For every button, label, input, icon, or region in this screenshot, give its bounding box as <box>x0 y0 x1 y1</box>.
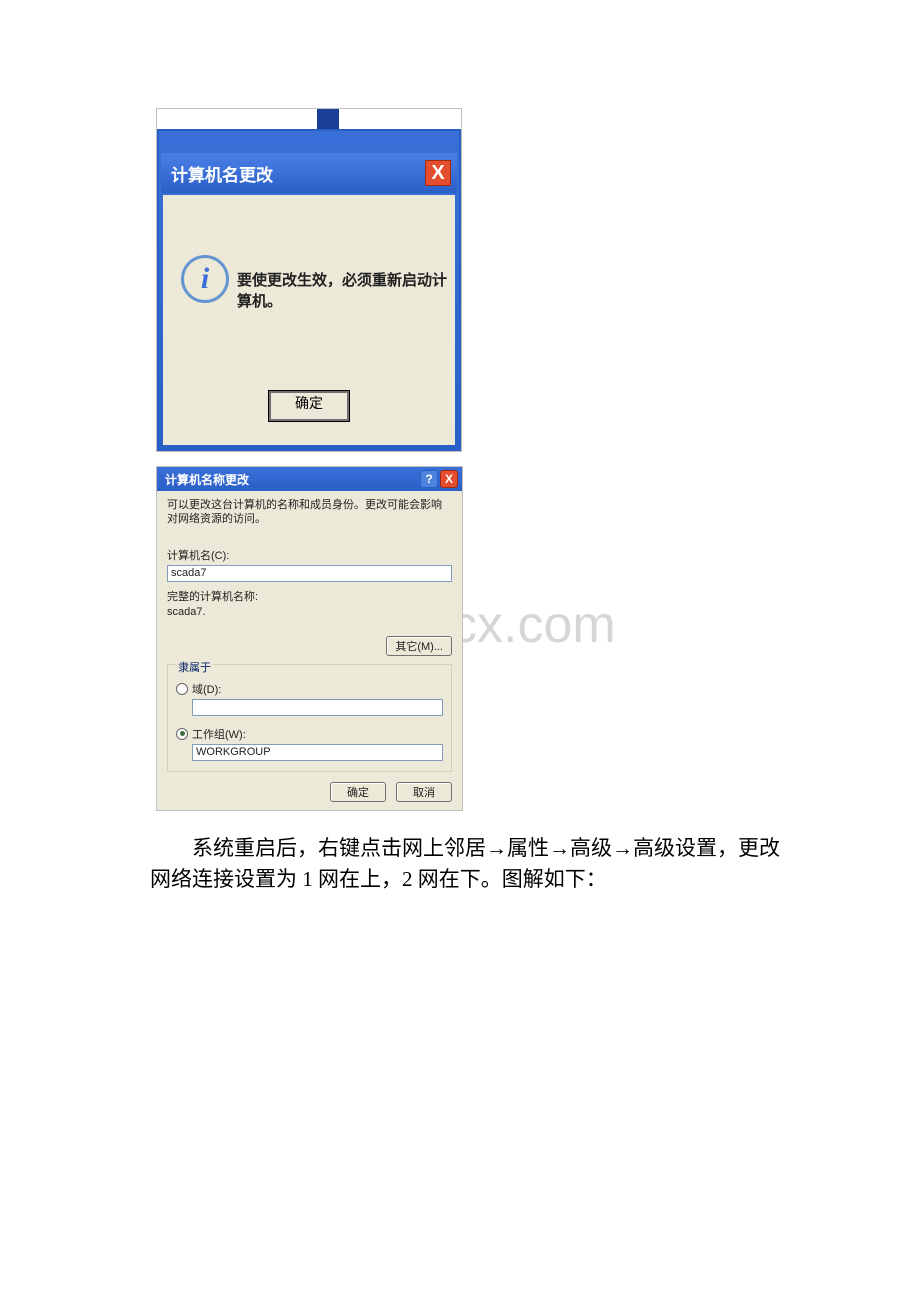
workgroup-input[interactable]: WORKGROUP <box>192 744 443 761</box>
cancel-button[interactable]: 取消 <box>396 782 452 802</box>
ok-button[interactable]: 确定 <box>330 782 386 802</box>
close-icon[interactable]: X <box>440 470 458 488</box>
dialog-body: i 要使更改生效，必须重新启动计算机。 确定 <box>163 195 455 445</box>
dialog-title: 计算机名更改 <box>171 161 273 186</box>
ok-button[interactable]: 确定 <box>269 391 349 421</box>
dialog-message: 要使更改生效，必须重新启动计算机。 <box>237 269 447 311</box>
radio-dot-icon <box>180 731 185 736</box>
dialog-description: 可以更改这台计算机的名称和成员身份。更改可能会影响对网络资源的访问。 <box>167 499 452 527</box>
info-icon-glyph: i <box>201 262 209 296</box>
groupbox-label: 隶属于 <box>176 659 213 675</box>
info-icon: i <box>181 255 229 303</box>
other-button[interactable]: 其它(M)... <box>386 636 452 656</box>
full-computer-name-value: scada7. <box>167 606 452 618</box>
close-icon[interactable]: X <box>425 160 451 186</box>
computer-name-input[interactable]: scada7 <box>167 565 452 582</box>
full-computer-name-label: 完整的计算机名称: <box>167 588 452 604</box>
domain-radio-label: 域(D): <box>192 681 221 697</box>
membership-groupbox: 隶属于 域(D): 工作组(W): WORKGROUP <box>167 664 452 772</box>
title-bar: 计算机名称更改 ? X <box>157 467 462 491</box>
workgroup-radio-row[interactable]: 工作组(W): <box>176 726 443 742</box>
dialog-frame: 计算机名更改 X i 要使更改生效，必须重新启动计算机。 确定 <box>157 129 461 451</box>
dialog-computer-name-change: 计算机名称更改 ? X 可以更改这台计算机的名称和成员身份。更改可能会影响对网络… <box>156 466 463 811</box>
workgroup-radio-label: 工作组(W): <box>192 726 246 742</box>
domain-input[interactable] <box>192 699 443 716</box>
title-bar: 计算机名更改 X <box>161 153 457 193</box>
computer-name-label: 计算机名(C): <box>167 547 452 563</box>
dialog-title: 计算机名称更改 <box>165 471 249 488</box>
domain-radio[interactable] <box>176 683 188 695</box>
dialog-body: 可以更改这台计算机的名称和成员身份。更改可能会影响对网络资源的访问。 计算机名(… <box>157 491 462 810</box>
workgroup-radio[interactable] <box>176 728 188 740</box>
body-paragraph: 系统重启后，右键点击网上邻居→属性→高级→高级设置，更改网络连接设置为 1 网在… <box>150 833 800 896</box>
help-icon[interactable]: ? <box>420 470 438 488</box>
dialog-restart-required: 计算机名更改 X i 要使更改生效，必须重新启动计算机。 确定 <box>156 108 462 452</box>
domain-radio-row[interactable]: 域(D): <box>176 681 443 697</box>
